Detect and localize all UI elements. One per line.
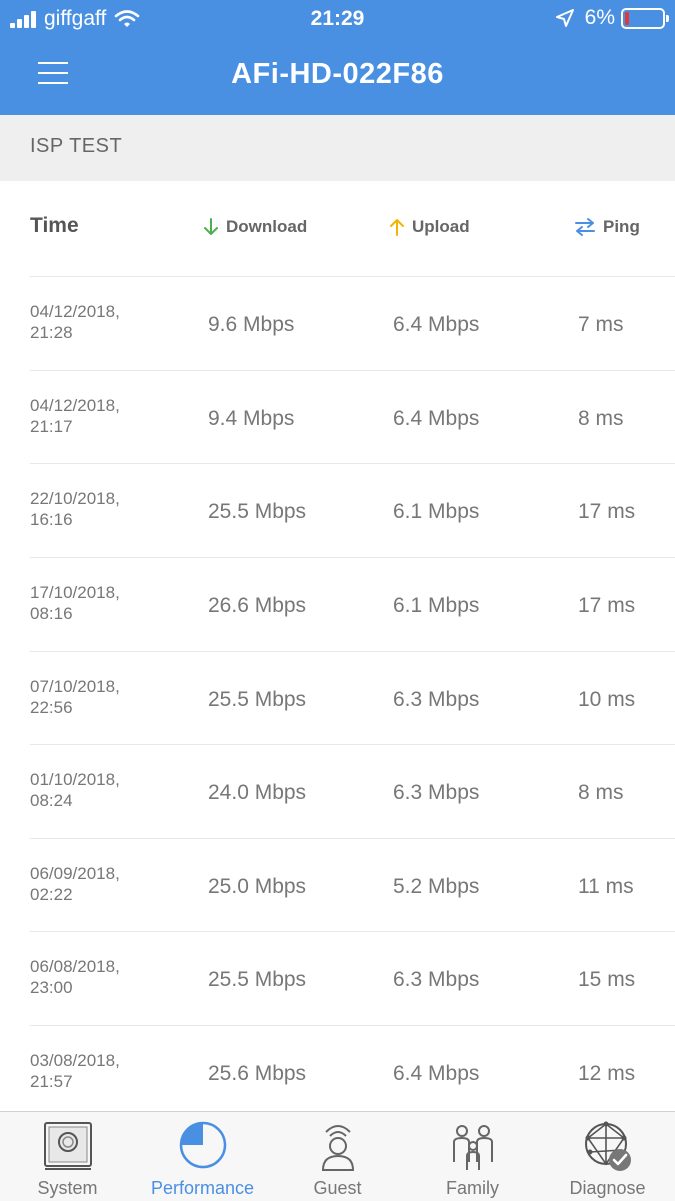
tab-system[interactable]: System (0, 1112, 135, 1201)
test-time: 06/08/2018, 23:00 (30, 957, 120, 997)
table-row[interactable]: 22/10/2018, 16:16 25.5 Mbps 6.1 Mbps 17 m… (30, 463, 675, 557)
ping-value: 11 ms (578, 875, 634, 898)
ping-value: 7 ms (578, 313, 624, 336)
nav-bar: AFi-HD-022F86 (0, 40, 675, 115)
upload-value: 6.1 Mbps (393, 594, 480, 617)
family-icon (453, 1125, 493, 1170)
diagnose-icon (585, 1121, 631, 1171)
download-value: 25.5 Mbps (208, 688, 307, 711)
table-row[interactable]: 06/08/2018, 23:00 25.5 Mbps 6.3 Mbps 15 m… (30, 931, 675, 1025)
table-row[interactable]: 06/09/2018, 02:22 25.0 Mbps 5.2 Mbps 11 m… (30, 838, 675, 932)
upload-value: 6.4 Mbps (393, 407, 480, 430)
download-value: 25.6 Mbps (208, 1062, 307, 1085)
test-time: 04/12/2018, 21:17 (30, 396, 120, 436)
app-header: giffgaff 21:29 6% AFi-HD-022F86 (0, 0, 675, 115)
page-title: AFi-HD-022F86 (231, 58, 444, 90)
section-title: ISP TEST (30, 135, 123, 157)
download-value: 9.4 Mbps (208, 407, 295, 430)
test-time: 07/10/2018, 22:56 (30, 677, 120, 717)
system-icon (44, 1122, 92, 1170)
test-time: 04/12/2018, 21:28 (30, 302, 120, 342)
table-row[interactable]: 17/10/2018, 08:16 26.6 Mbps 6.1 Mbps 17 m… (30, 557, 675, 651)
tab-performance[interactable]: Performance (135, 1112, 270, 1201)
ping-value: 10 ms (578, 688, 636, 711)
ping-value: 15 ms (578, 968, 636, 991)
tab-diagnose[interactable]: Diagnose (540, 1112, 675, 1201)
ping-value: 8 ms (578, 407, 624, 430)
column-header-time: Time (30, 214, 79, 237)
upload-value: 6.4 Mbps (393, 313, 480, 336)
ping-value: 8 ms (578, 781, 624, 804)
performance-icon (179, 1121, 227, 1169)
battery-icon (621, 7, 669, 29)
column-header-ping: Ping (573, 217, 640, 237)
column-header-download: Download (202, 217, 307, 237)
test-time: 22/10/2018, 16:16 (30, 489, 120, 529)
upload-value: 5.2 Mbps (393, 875, 480, 898)
upload-value: 6.3 Mbps (393, 688, 480, 711)
table-row[interactable]: 04/12/2018, 21:28 9.6 Mbps 6.4 Mbps 7 ms (30, 276, 675, 370)
battery-percentage: 6% (584, 6, 615, 29)
upload-arrow-icon (390, 219, 404, 236)
upload-value: 6.4 Mbps (393, 1062, 480, 1085)
status-bar: giffgaff 21:29 6% (0, 0, 675, 40)
test-time: 06/09/2018, 02:22 (30, 864, 120, 904)
ping-value: 17 ms (578, 594, 636, 617)
test-time: 17/10/2018, 08:16 (30, 583, 120, 623)
download-value: 25.0 Mbps (208, 875, 307, 898)
tab-family[interactable]: Family (405, 1112, 540, 1201)
section-header: ISP TEST (0, 115, 675, 181)
ping-value: 12 ms (578, 1062, 636, 1085)
download-value: 24.0 Mbps (208, 781, 307, 804)
table-row[interactable]: 07/10/2018, 22:56 25.5 Mbps 6.3 Mbps 10 m… (30, 651, 675, 745)
test-time: 03/08/2018, 21:57 (30, 1051, 120, 1091)
location-arrow-icon (555, 9, 574, 27)
download-value: 25.5 Mbps (208, 500, 307, 523)
column-header-upload: Upload (388, 217, 470, 237)
guest-icon (321, 1125, 355, 1171)
table-row[interactable]: 03/08/2018, 21:57 25.6 Mbps 6.4 Mbps 12 m… (30, 1025, 675, 1119)
ping-value: 17 ms (578, 500, 636, 523)
download-value: 26.6 Mbps (208, 594, 307, 617)
upload-value: 6.1 Mbps (393, 500, 480, 523)
test-time: 01/10/2018, 08:24 (30, 770, 120, 810)
ping-arrows-icon (575, 218, 595, 236)
download-value: 9.6 Mbps (208, 313, 295, 336)
tab-guest[interactable]: Guest (270, 1112, 405, 1201)
upload-value: 6.3 Mbps (393, 781, 480, 804)
table-row[interactable]: 01/10/2018, 08:24 24.0 Mbps 6.3 Mbps 8 ms (30, 744, 675, 838)
table-row[interactable]: 04/12/2018, 21:17 9.4 Mbps 6.4 Mbps 8 ms (30, 370, 675, 464)
upload-value: 6.3 Mbps (393, 968, 480, 991)
download-arrow-icon (204, 218, 218, 235)
bottom-tab-bar: System Performance Guest Family Diagnose (0, 1111, 675, 1201)
table-header: Time Download Upload Ping (0, 181, 675, 277)
download-value: 25.5 Mbps (208, 968, 307, 991)
